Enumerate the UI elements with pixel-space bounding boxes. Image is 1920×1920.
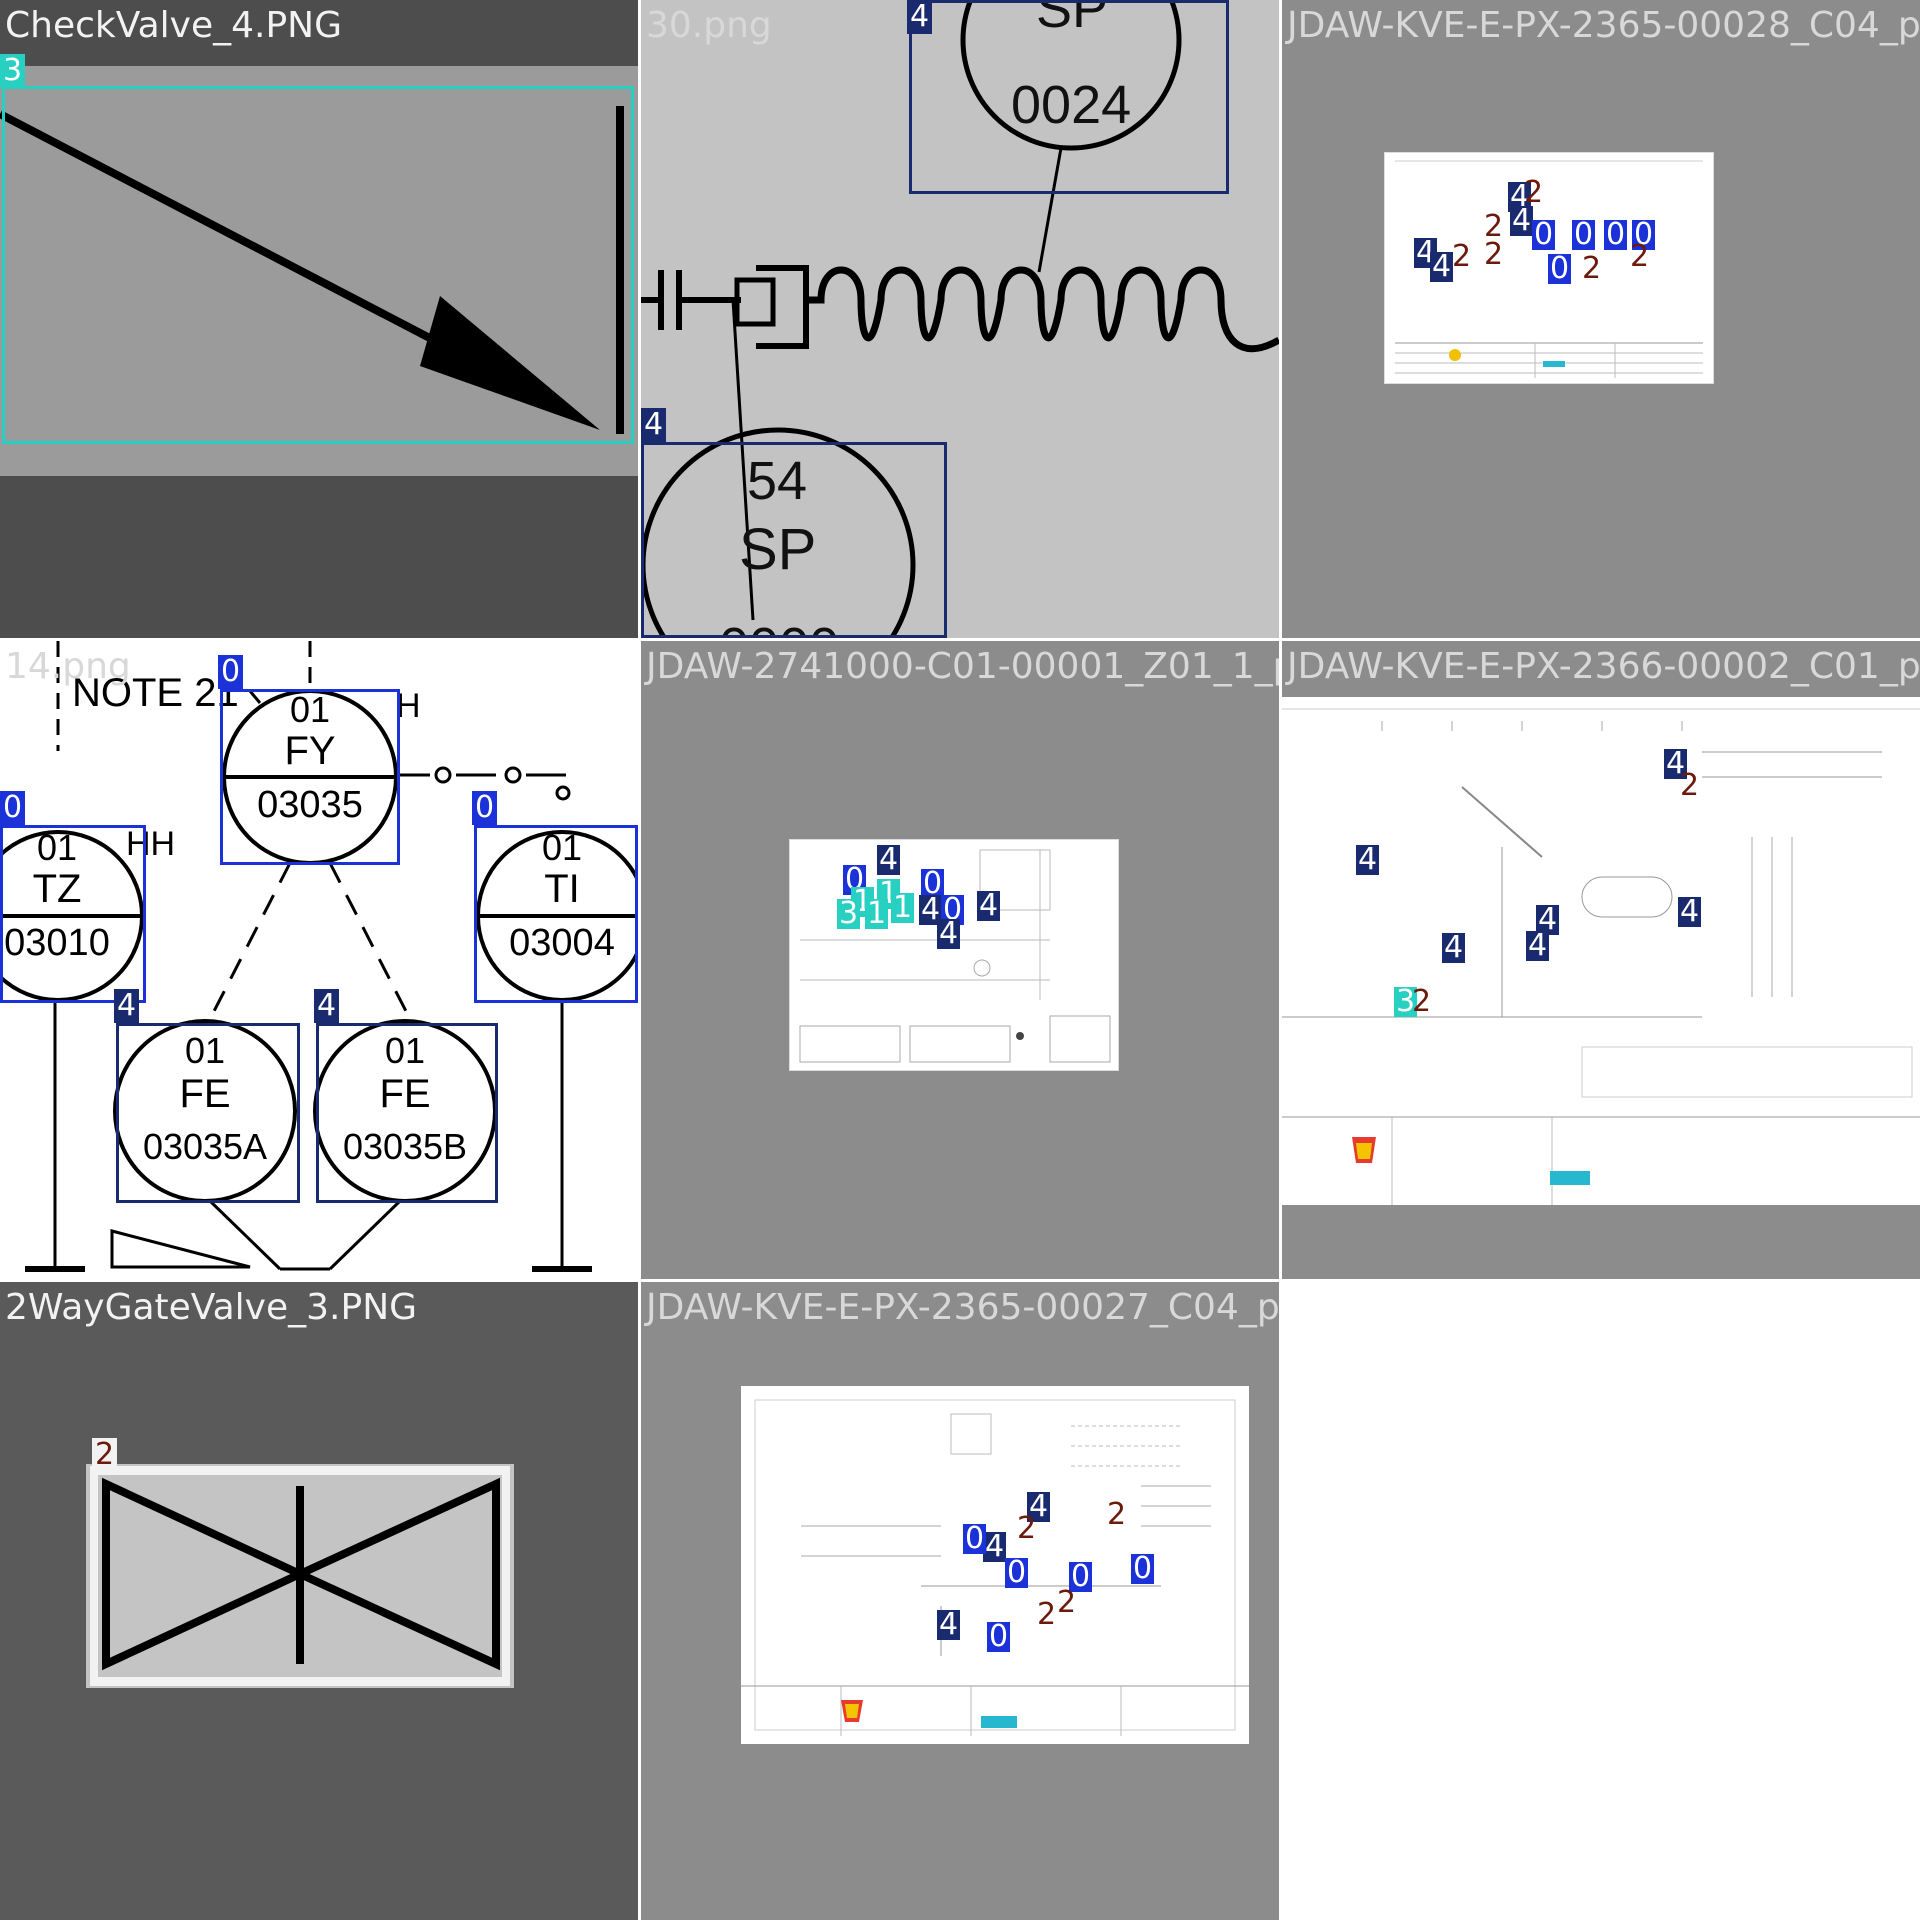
- bbox-label: 0: [1532, 217, 1556, 252]
- tile-filename: 14.png: [5, 646, 131, 687]
- bbox-label: 2: [1057, 1585, 1077, 1620]
- bbox-label: 2: [1412, 984, 1432, 1019]
- bbox-instrument: [474, 825, 638, 1003]
- bbox-label: 4: [641, 408, 667, 442]
- tile-filename: JDAW-KVE-E-PX-2365-00028_C04_p: [1287, 5, 1920, 46]
- bbox-label: 2: [1630, 239, 1650, 274]
- bbox-label: 4: [314, 989, 340, 1023]
- drawing-linework: [1282, 708, 1920, 1205]
- bbox-label: 0: [472, 791, 498, 825]
- grid-divider: [0, 1279, 1920, 1282]
- bbox-instrument: [641, 442, 947, 638]
- bbox-instrument: [909, 0, 1229, 194]
- annotation-mosaic: CheckValve_4.PNG 3 SP 0024 54 SP 0000 30…: [0, 0, 1920, 1920]
- tile-gate-valve: 2WayGateValve_3.PNG 2: [0, 1282, 638, 1920]
- bbox-instrument: [116, 1023, 300, 1203]
- bbox-label: 4: [1510, 203, 1534, 238]
- grid-divider: [638, 0, 641, 1920]
- tile-filename: JDAW-KVE-E-PX-2365-00027_C04_page_001.pn: [646, 1287, 1279, 1328]
- bbox-check-valve: [2, 86, 634, 444]
- bbox-label: 0: [218, 655, 244, 689]
- bbox-label: 4: [907, 0, 933, 34]
- bbox-label: 1: [891, 890, 915, 925]
- tile-filename: JDAW-2741000-C01-00001_Z01_1_page_001.pn: [646, 646, 1279, 687]
- bbox-instrument: [0, 825, 146, 1003]
- tile-2741000: JDAW-2741000-C01-00001_Z01_1_page_001.pn…: [641, 641, 1279, 1279]
- drawing-thumbnail: [1282, 697, 1920, 1205]
- bbox-label: 2: [1680, 768, 1700, 803]
- bbox-label: 4: [114, 989, 140, 1023]
- bbox-label: 2: [1107, 1497, 1127, 1532]
- bbox-label: 0: [963, 1521, 987, 1556]
- tile-filename: JDAW-KVE-E-PX-2366-00002_C01_p: [1287, 646, 1920, 687]
- bbox-label: 0: [0, 791, 26, 825]
- tile-2365-00027: JDAW-KVE-E-PX-2365-00027_C04_page_001.pn…: [641, 1282, 1279, 1920]
- bbox-label: 4: [937, 916, 961, 951]
- bbox-label: 4: [1678, 894, 1702, 929]
- bbox-label: 4: [1356, 842, 1380, 877]
- bbox-label: 2: [1017, 1511, 1037, 1546]
- bbox-instrument: [316, 1023, 498, 1203]
- tile-30: SP 0024 54 SP 0000 30.png 4 4: [641, 0, 1279, 638]
- tile-2366-00002: JDAW-KVE-E-PX-2366-00002_C01_p 4 2 4 4 4…: [1282, 641, 1920, 1279]
- bbox-label: 2: [1582, 251, 1602, 286]
- tile-filename: 30.png: [646, 5, 772, 46]
- tile-filename: 2WayGateValve_3.PNG: [5, 1287, 418, 1328]
- bbox-label: 4: [937, 1607, 961, 1642]
- drawing-linework: [741, 1399, 1249, 1736]
- bbox-label: 4: [1526, 928, 1550, 963]
- bbox-label: 1: [865, 896, 889, 931]
- grid-divider: [1279, 0, 1282, 1920]
- tile-14: NOTE 21 01 FY 03035 H 01 TZ 03010 HH 01 …: [0, 641, 638, 1279]
- bbox-label: 0: [987, 1619, 1011, 1654]
- bbox-label: 4: [983, 1529, 1007, 1564]
- bbox-label: 0: [1604, 217, 1628, 252]
- bbox-label: 4: [1442, 930, 1466, 965]
- bbox-label: 0: [1572, 217, 1596, 252]
- bbox-gate-valve: [94, 1472, 506, 1680]
- grid-divider: [0, 638, 1920, 641]
- bbox-label: 4: [877, 842, 901, 877]
- bbox-label: 2: [92, 1438, 118, 1472]
- bbox-label: 2: [1484, 237, 1504, 272]
- drawing-thumbnail: [741, 1386, 1249, 1744]
- tile-2365-00028: JDAW-KVE-E-PX-2365-00028_C04_p 4 2 4 2 2…: [1282, 0, 1920, 638]
- bbox-label: 0: [1548, 251, 1572, 286]
- bbox-label: 3: [837, 896, 861, 931]
- tile-filename: CheckValve_4.PNG: [5, 5, 342, 46]
- bbox-label: 0: [1131, 1551, 1155, 1586]
- drawing-linework: [799, 849, 1111, 1063]
- bbox-instrument: [220, 689, 400, 865]
- bbox-label: 3: [0, 54, 26, 88]
- drawing-thumbnail: [789, 839, 1119, 1071]
- bbox-label: 2: [1452, 239, 1472, 274]
- tile-check-valve: CheckValve_4.PNG 3: [0, 0, 638, 638]
- bbox-label: 4: [977, 888, 1001, 923]
- bbox-label: 0: [1005, 1555, 1029, 1590]
